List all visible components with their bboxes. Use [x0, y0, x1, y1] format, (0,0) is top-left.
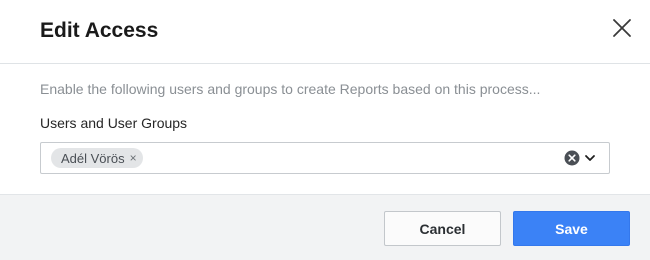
close-button[interactable] — [606, 12, 638, 44]
chevron-down-icon[interactable] — [584, 152, 596, 164]
selected-user-tag: Adél Vörös × — [51, 148, 143, 168]
cancel-button[interactable]: Cancel — [384, 211, 501, 246]
clear-circle-icon[interactable] — [564, 150, 580, 166]
tag-remove-icon[interactable]: × — [130, 152, 137, 164]
dialog-footer: Cancel Save — [0, 194, 650, 260]
save-button[interactable]: Save — [513, 211, 630, 246]
users-groups-label: Users and User Groups — [40, 115, 188, 131]
dialog-header: Edit Access — [0, 0, 650, 64]
tag-label: Adél Vörös — [61, 150, 125, 166]
close-icon — [613, 19, 631, 37]
users-groups-multiselect[interactable]: Adél Vörös × — [40, 142, 610, 174]
dialog-title: Edit Access — [40, 19, 159, 42]
dialog-body: Enable the following users and groups to… — [0, 64, 650, 194]
edit-access-dialog: Edit Access Enable the following users a… — [0, 0, 650, 260]
dialog-description: Enable the following users and groups to… — [40, 81, 541, 97]
